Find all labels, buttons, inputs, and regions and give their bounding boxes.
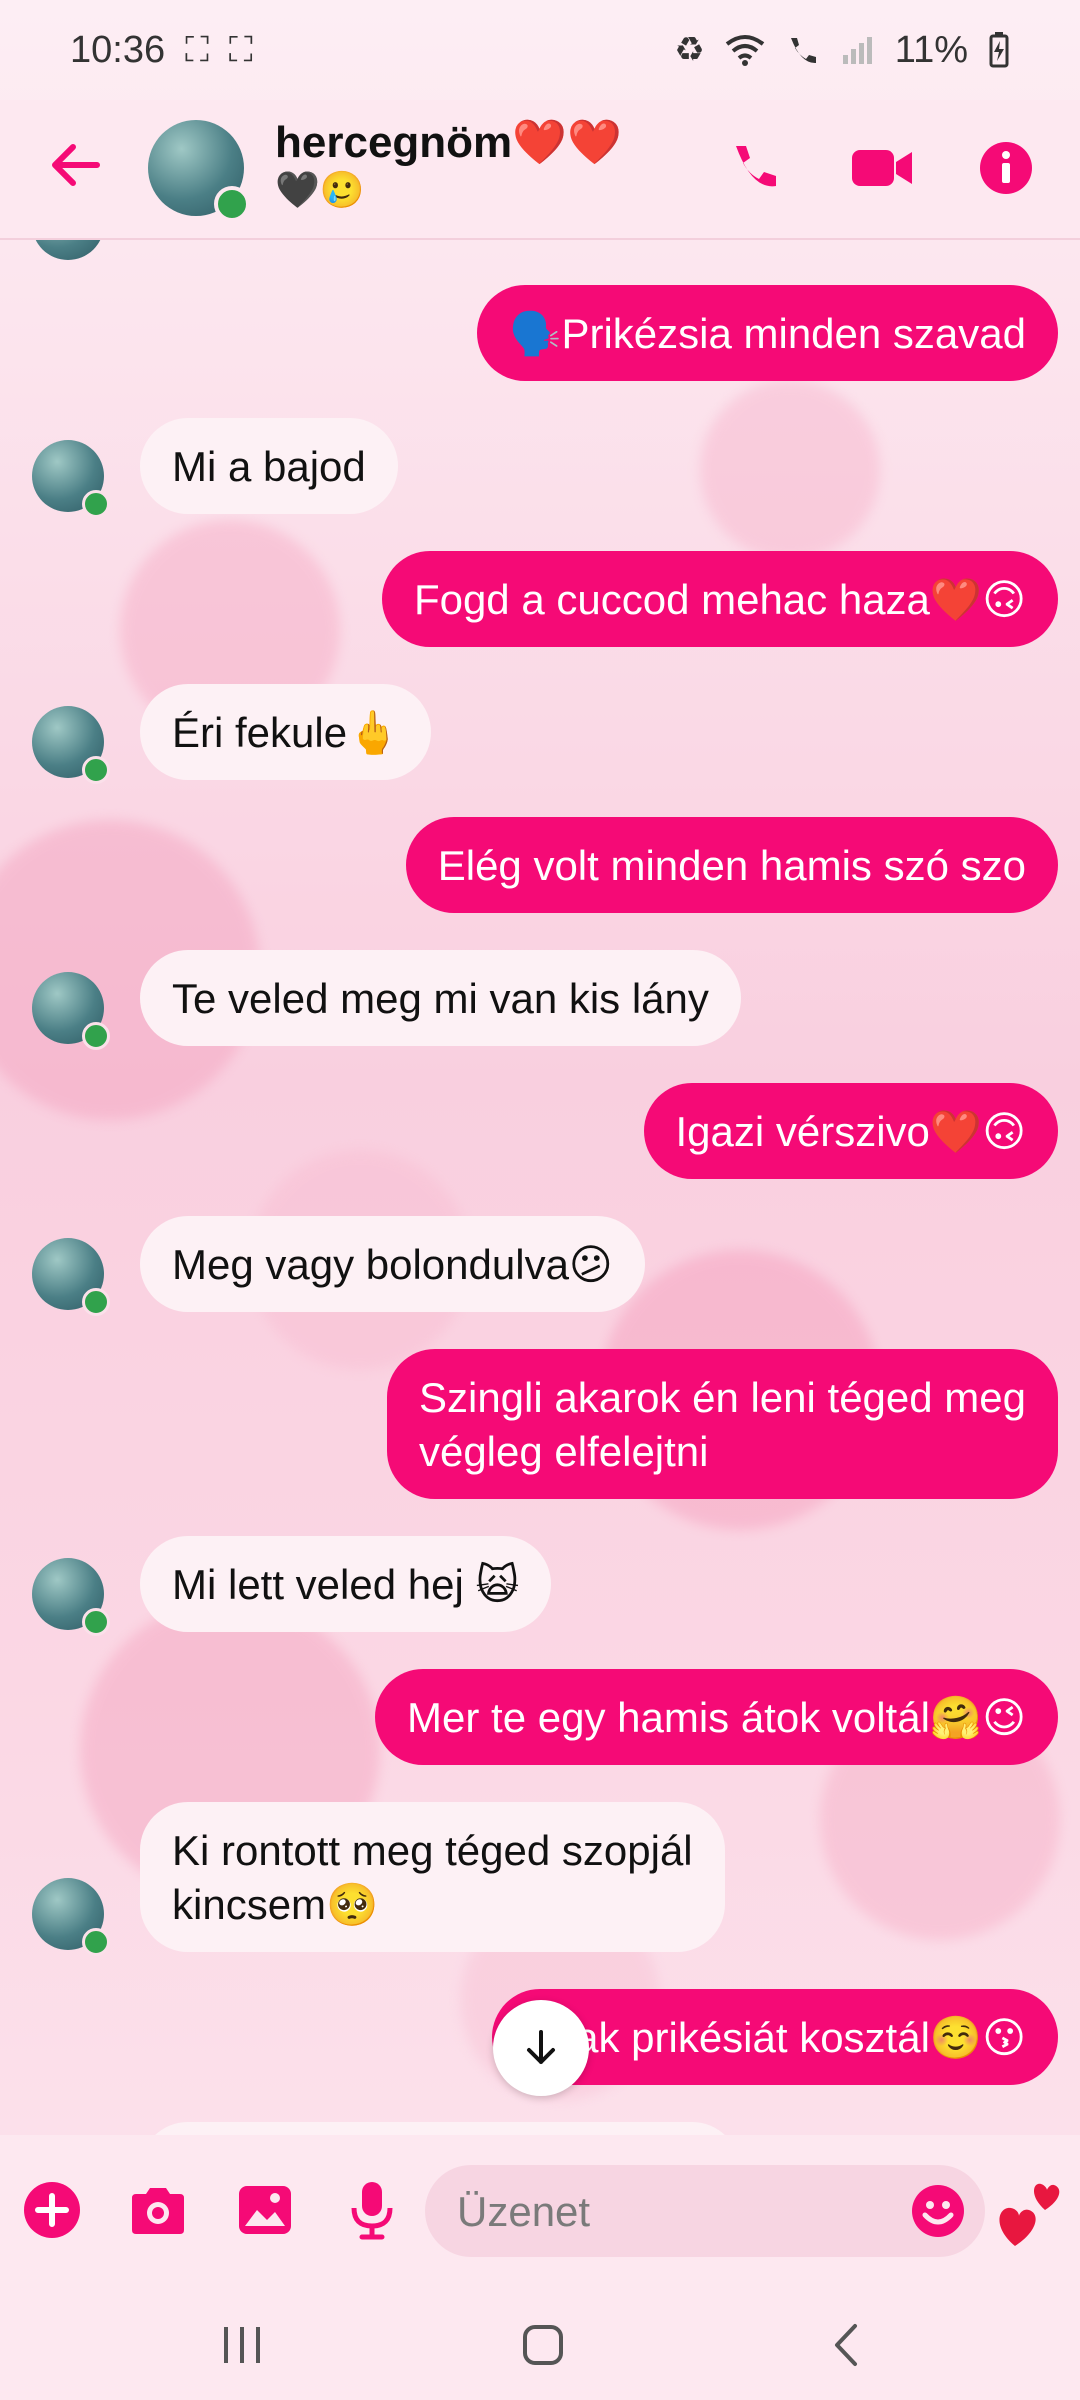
online-indicator	[82, 490, 110, 518]
system-nav-bar	[0, 2285, 1080, 2400]
incoming-message[interactable]: Mi a bajod	[140, 418, 398, 514]
message-composer	[0, 2135, 1080, 2285]
home-button[interactable]	[503, 2310, 583, 2380]
message-input-wrapper	[425, 2165, 985, 2257]
voice-message-button[interactable]	[334, 2172, 410, 2248]
arrow-down-icon	[527, 2030, 555, 2064]
screen-record-icon: ⛶	[228, 30, 253, 69]
sender-avatar	[32, 240, 104, 260]
mic-icon	[351, 2182, 393, 2240]
incoming-message[interactable]: Meg vagy bolondulva😕	[140, 1216, 645, 1312]
contact-name: hercegnöm❤️❤️	[275, 118, 622, 167]
gallery-button[interactable]	[227, 2172, 303, 2248]
incoming-message[interactable]: Ki rontott meg téged szopjál kincsem🥺	[140, 1802, 725, 1952]
emoji-button[interactable]	[910, 2183, 966, 2239]
contact-info[interactable]: hercegnöm❤️❤️ 🖤🥲	[275, 118, 655, 212]
battery-charging-icon	[989, 32, 1009, 68]
recent-apps-button[interactable]	[202, 2310, 282, 2380]
hearts-icon	[999, 2183, 1060, 2246]
more-actions-button[interactable]	[14, 2172, 90, 2248]
screenshot-icon: ⛶	[185, 30, 209, 69]
incoming-message[interactable]: Éri fekule🖕	[140, 684, 432, 780]
outgoing-message[interactable]: Igazi vérszivo❤️🙃	[643, 1083, 1058, 1179]
video-call-button[interactable]	[842, 128, 922, 208]
wifi-calling-icon	[790, 38, 816, 64]
camera-icon	[132, 2188, 184, 2234]
image-icon	[239, 2186, 291, 2234]
back-arrow-icon	[52, 144, 100, 186]
voice-call-button[interactable]	[714, 128, 794, 208]
status-left: 10:36 ⛶ ⛶	[70, 29, 253, 72]
emoji-icon	[912, 2185, 964, 2237]
camera-button[interactable]	[120, 2172, 196, 2248]
outgoing-message[interactable]: Szingli akarok én leni téged meg végleg …	[386, 1349, 1058, 1499]
message-input[interactable]	[455, 2179, 899, 2245]
battery-percentage: 11%	[894, 28, 968, 71]
scroll-to-bottom-button[interactable]	[493, 2000, 589, 2096]
recent-apps-icon	[224, 2327, 260, 2363]
contact-subtitle: 🖤🥲	[275, 169, 365, 210]
incoming-message[interactable]: Mi lett veled hej 🙀	[140, 1536, 552, 1632]
incoming-message[interactable]: Te veled meg mi van kis lány	[140, 950, 741, 1046]
online-indicator	[214, 186, 250, 222]
online-indicator	[82, 756, 110, 784]
outgoing-message[interactable]: 🗣️Prikézsia minden szavad	[477, 285, 1058, 381]
online-indicator	[82, 1928, 110, 1956]
status-bar: 10:36 ⛶ ⛶ ♻ 11%	[0, 0, 1080, 100]
message-list[interactable]: 🗣️Prikézsia minden szavad Mi a bajod Fog…	[0, 240, 1080, 2135]
online-indicator	[82, 1608, 110, 1636]
back-icon	[835, 2324, 857, 2366]
home-icon	[523, 2325, 563, 2365]
online-indicator	[82, 1288, 110, 1316]
phone-icon	[736, 146, 776, 187]
chat-header: hercegnöm❤️❤️ 🖤🥲	[0, 100, 1080, 240]
outgoing-message[interactable]: Fogd a cuccod mehac haza❤️🙃	[381, 551, 1058, 647]
battery-saver-icon: ♻	[674, 31, 705, 69]
video-icon	[852, 150, 912, 186]
status-time: 10:36	[70, 28, 166, 71]
outgoing-message[interactable]: Elég volt minden hamis szó szo	[405, 817, 1058, 913]
outgoing-message[interactable]: Mer te egy hamis átok voltál🤗😉	[375, 1669, 1058, 1765]
wifi-icon	[725, 35, 764, 66]
back-button[interactable]	[40, 130, 110, 200]
plus-icon	[24, 2182, 80, 2238]
quick-reaction-button[interactable]	[990, 2165, 1070, 2255]
signal-icon	[842, 37, 872, 64]
incoming-message-partial[interactable]	[140, 2122, 740, 2135]
info-button[interactable]	[966, 128, 1046, 208]
status-right: ♻ 11%	[674, 29, 1010, 72]
info-icon	[980, 142, 1032, 194]
online-indicator	[82, 1022, 110, 1050]
system-back-button[interactable]	[806, 2310, 886, 2380]
